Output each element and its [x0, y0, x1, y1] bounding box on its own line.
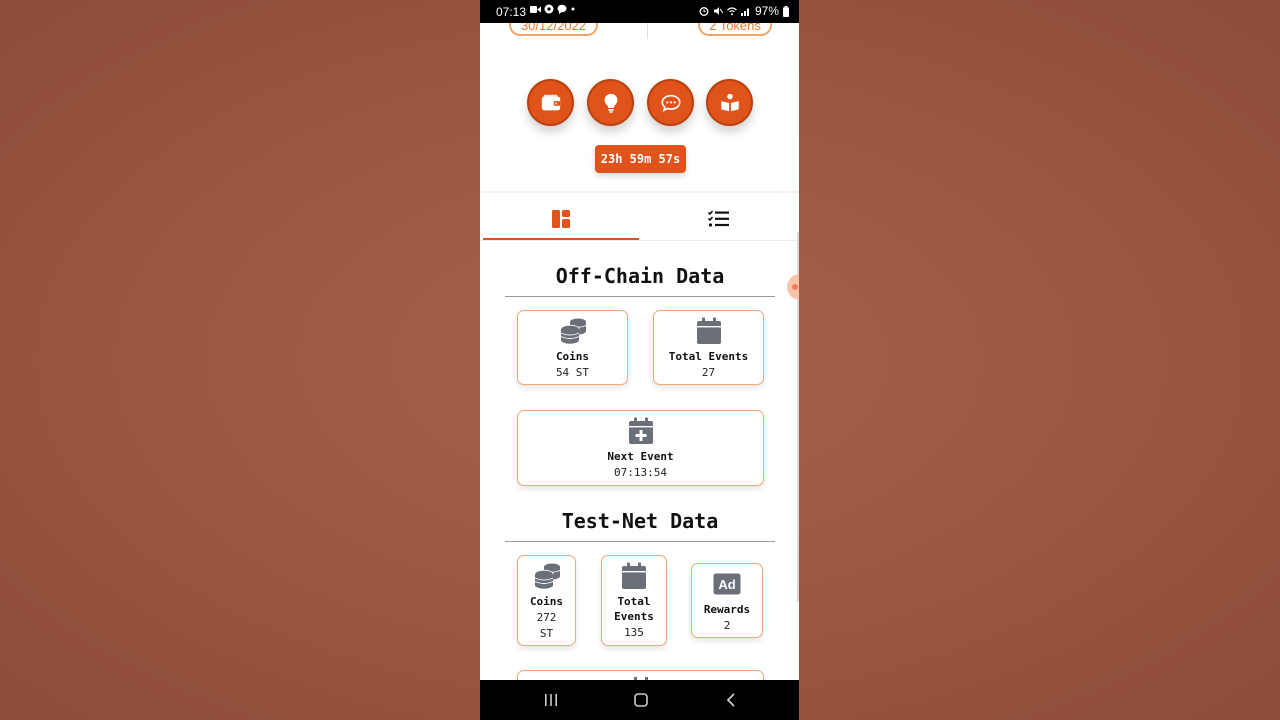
tab-underline — [480, 240, 799, 241]
alarm-icon — [699, 7, 709, 16]
calendar-icon — [619, 562, 649, 590]
chat-bubble-icon — [557, 4, 567, 14]
coins-value: 54 ST — [555, 366, 590, 379]
battery-percent: 97% — [754, 4, 779, 18]
wallet-icon — [541, 94, 560, 110]
tn-events-value: 135 — [624, 626, 644, 639]
dashboard-icon — [552, 210, 570, 228]
back-button[interactable] — [721, 690, 741, 710]
next-event-label: Next Event — [607, 450, 674, 463]
off-chain-rule — [505, 296, 775, 297]
back-icon — [726, 693, 735, 707]
navigation-bar — [480, 680, 799, 720]
countdown-timer: 23h 59m 57s — [595, 145, 686, 173]
dot-icon — [571, 7, 575, 11]
tab-dashboard[interactable] — [483, 200, 639, 240]
rewards-label: Rewards — [703, 603, 751, 616]
header-divider — [647, 23, 648, 39]
test-net-rewards-card[interactable]: Ad Rewards 2 — [691, 563, 763, 638]
signal-icon — [740, 8, 749, 16]
test-net-rule — [505, 541, 775, 542]
wifi-icon — [727, 7, 737, 16]
home-button[interactable] — [631, 690, 651, 710]
tn-coins-value: 272 — [536, 611, 557, 624]
wallet-button[interactable] — [527, 79, 574, 126]
chat-icon — [660, 94, 681, 112]
tab-tasks[interactable] — [640, 200, 796, 238]
off-chain-coins-card[interactable]: Coins 54 ST — [517, 310, 628, 385]
notification-icons — [530, 4, 576, 14]
calendar-icon — [694, 317, 724, 345]
battery-icon — [783, 5, 789, 17]
test-net-title: Test-Net Data — [561, 509, 719, 533]
off-chain-events-card[interactable]: Total Events 27 — [653, 310, 764, 385]
ad-icon-text: Ad — [718, 577, 735, 592]
book-reader-icon — [720, 93, 739, 111]
status-time: 07:13 — [496, 5, 527, 19]
next-event-card[interactable]: Next Event 07:13:54 — [517, 410, 764, 486]
total-events-label: Total Events — [668, 350, 749, 363]
test-net-events-card[interactable]: Total Events 135 — [601, 555, 667, 646]
ad-icon: Ad — [712, 570, 742, 598]
coins-icon — [558, 317, 588, 345]
video-icon — [530, 5, 541, 13]
phone-screen: 07:13 97% 30/12/2022 2 Tokens 23h 59m 57… — [480, 0, 799, 720]
next-event-value: 07:13:54 — [614, 466, 667, 479]
coins-label: Coins — [555, 350, 590, 363]
tn-coins-label: Coins — [529, 595, 564, 608]
recent-apps-button[interactable] — [541, 690, 561, 710]
tn-events-label-2: Events — [614, 610, 654, 623]
idea-button[interactable] — [587, 79, 634, 126]
status-bar: 07:13 97% — [480, 0, 799, 23]
tn-events-label-1: Total — [617, 595, 651, 608]
tn-coins-unit: ST — [539, 627, 554, 640]
recent-apps-icon — [545, 694, 557, 706]
off-chain-title: Off-Chain Data — [555, 264, 725, 288]
guide-button[interactable] — [706, 79, 753, 126]
rewards-value: 2 — [723, 619, 731, 632]
lightbulb-icon — [604, 93, 617, 113]
test-net-coins-card[interactable]: Coins 272 ST — [517, 555, 576, 646]
chat-button[interactable] — [647, 79, 694, 126]
coins-icon — [532, 562, 562, 590]
calendar-plus-icon — [626, 417, 656, 445]
floating-handle[interactable] — [787, 274, 799, 300]
home-icon — [634, 693, 648, 707]
system-icons: 97% — [699, 4, 789, 18]
checklist-icon — [707, 210, 729, 227]
total-events-value: 27 — [701, 366, 716, 379]
soccer-icon — [544, 4, 554, 14]
mute-icon — [713, 7, 723, 15]
section-separator — [480, 191, 799, 193]
